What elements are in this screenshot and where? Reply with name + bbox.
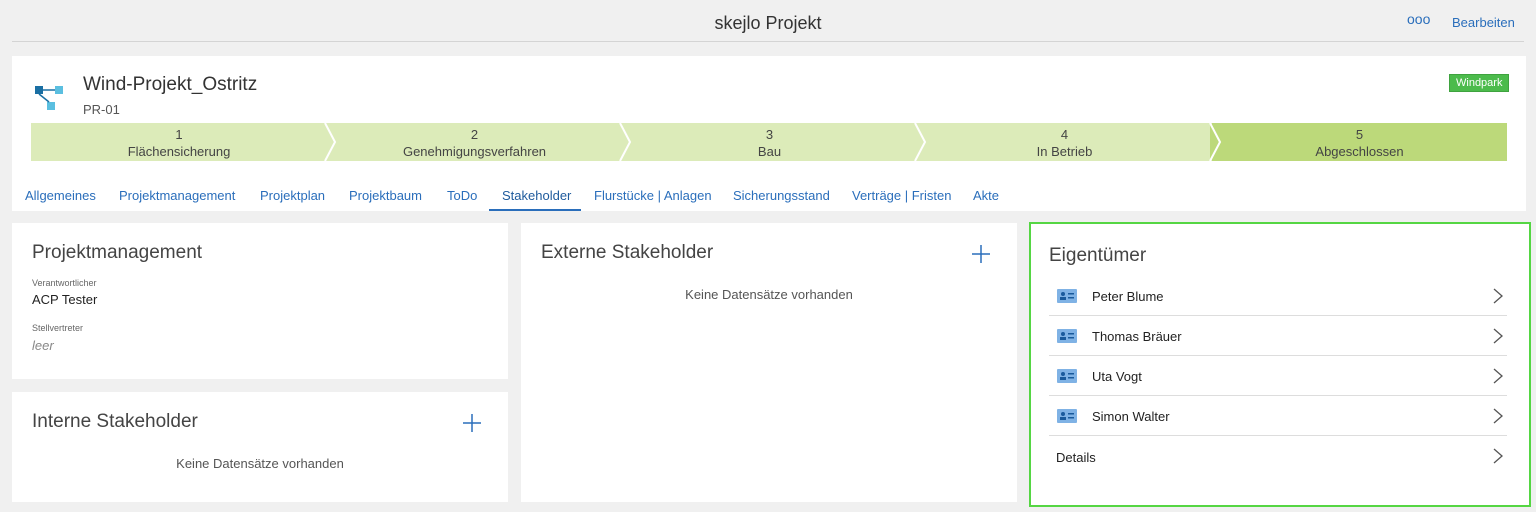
phase-label: Genehmigungsverfahren	[402, 144, 547, 159]
responsible-label: Verantwortlicher	[32, 278, 97, 288]
internal-title: Interne Stakeholder	[32, 411, 198, 432]
owner-row[interactable]: Thomas Bräuer	[1049, 316, 1507, 356]
edit-button[interactable]: Bearbeiten	[1452, 15, 1515, 30]
project-id: PR-01	[83, 102, 120, 117]
contact-card-icon	[1057, 289, 1077, 303]
tab-flurstuecke[interactable]: Flurstücke | Anlagen	[594, 188, 712, 203]
contact-card-icon	[1057, 369, 1077, 383]
phase-number: 1	[175, 127, 183, 142]
more-options-icon[interactable]: ooo	[1407, 11, 1430, 27]
active-tab-indicator	[489, 209, 581, 211]
deputy-label: Stellvertreter	[32, 323, 84, 333]
pm-card: Projektmanagement Verantwortlicher ACP T…	[12, 223, 508, 379]
app-title: skejlo Projekt	[714, 13, 822, 33]
chevron-right-icon	[1493, 288, 1503, 304]
add-external-icon[interactable]	[970, 243, 992, 265]
owner-name: Uta Vogt	[1092, 369, 1142, 384]
tab-vertraege[interactable]: Verträge | Fristen	[852, 188, 951, 203]
responsible-value: ACP Tester	[32, 292, 98, 307]
tab-stakeholder[interactable]: Stakeholder	[502, 188, 571, 203]
phase-step[interactable]: 3 Bau	[622, 123, 917, 161]
chevron-right-icon	[1493, 368, 1503, 384]
phase-step[interactable]: 2 Genehmigungsverfahren	[327, 123, 622, 161]
tab-akte[interactable]: Akte	[973, 188, 999, 203]
phase-step-active[interactable]: 5 Abgeschlossen	[1212, 123, 1507, 161]
external-empty-message: Keine Datensätze vorhanden	[685, 287, 853, 302]
internal-empty-message: Keine Datensätze vorhanden	[176, 456, 344, 471]
owner-name: Thomas Bräuer	[1092, 329, 1182, 344]
tab-todo[interactable]: ToDo	[447, 188, 477, 203]
phase-number: 5	[1355, 127, 1364, 142]
phase-step[interactable]: 1 Flächensicherung	[31, 123, 327, 161]
chevron-right-icon	[1493, 408, 1503, 424]
project-header: Wind-Projekt_Ostritz PR-01 Windpark 1 Fl…	[12, 56, 1526, 211]
tab-sicherungsstand[interactable]: Sicherungsstand	[733, 188, 830, 203]
add-internal-icon[interactable]	[461, 412, 483, 434]
external-title: Externe Stakeholder	[541, 242, 714, 263]
tab-projektplan[interactable]: Projektplan	[260, 188, 325, 203]
owner-name: Simon Walter	[1092, 409, 1170, 424]
details-label: Details	[1056, 450, 1096, 465]
phase-label: Flächensicherung	[127, 144, 231, 159]
owner-row[interactable]: Peter Blume	[1049, 276, 1507, 316]
external-stakeholder-card: Externe Stakeholder Keine Datensätze vor…	[521, 223, 1017, 502]
tab-projektbaum[interactable]: Projektbaum	[349, 188, 422, 203]
chevron-right-icon	[1493, 328, 1503, 344]
tab-projektmanagement[interactable]: Projektmanagement	[119, 188, 235, 203]
phase-bar: 1 Flächensicherung 2 Genehmigungsverfahr…	[31, 123, 1507, 161]
owner-name: Peter Blume	[1092, 289, 1164, 304]
owner-row[interactable]: Simon Walter	[1049, 396, 1507, 436]
phase-label: In Betrieb	[1036, 144, 1093, 159]
phase-number: 2	[470, 127, 479, 142]
phase-step[interactable]: 4 In Betrieb	[917, 123, 1212, 161]
project-type-badge: Windpark	[1449, 74, 1510, 92]
phase-number: 3	[765, 127, 774, 142]
deputy-value: leer	[32, 338, 54, 353]
internal-stakeholder-card: Interne Stakeholder Keine Datensätze vor…	[12, 392, 508, 502]
tab-allgemeines[interactable]: Allgemeines	[25, 188, 96, 203]
phase-label: Bau	[757, 144, 782, 159]
project-title: Wind-Projekt_Ostritz	[83, 74, 258, 95]
chevron-right-icon	[1493, 448, 1503, 464]
phase-number: 4	[1060, 127, 1069, 142]
phase-label: Abgeschlossen	[1315, 144, 1404, 159]
owners-card: Eigentümer Peter Blume Thomas Bräuer Uta…	[1029, 222, 1531, 507]
top-bar: skejlo Projekt ooo Bearbeiten	[12, 0, 1524, 42]
contact-card-icon	[1057, 409, 1077, 423]
contact-card-icon	[1057, 329, 1077, 343]
details-row[interactable]: Details	[1049, 436, 1507, 476]
owner-row[interactable]: Uta Vogt	[1049, 356, 1507, 396]
project-tree-icon	[35, 86, 63, 110]
owners-title: Eigentümer	[1049, 245, 1147, 266]
pm-title: Projektmanagement	[32, 242, 203, 263]
